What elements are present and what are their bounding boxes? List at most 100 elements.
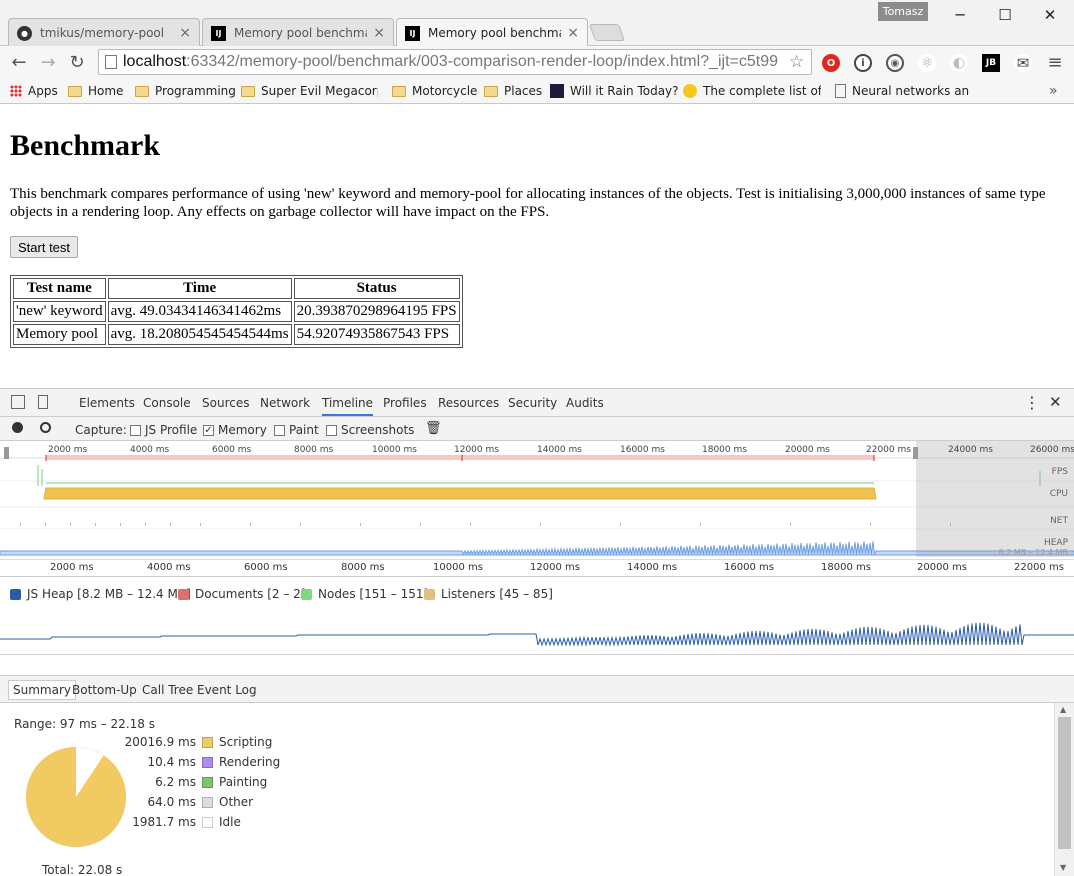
- device-mode-icon[interactable]: [38, 395, 48, 409]
- scrollbar-thumb[interactable]: [1058, 717, 1071, 849]
- browser-tab-benchmark-1[interactable]: IJ Memory pool benchmark ×: [202, 18, 394, 47]
- devtools-tab-security[interactable]: Security: [508, 396, 557, 410]
- new-tab-button[interactable]: [588, 24, 626, 41]
- details-tab-bottom-up[interactable]: Bottom-Up: [68, 681, 141, 699]
- window-titlebar: ● tmikus/memory-pool × IJ Memory pool be…: [0, 0, 1074, 47]
- counter-documents[interactable]: Documents [2 – 2]: [178, 587, 306, 601]
- summary-scrollbar[interactable]: ▲ ▼: [1054, 703, 1074, 876]
- capture-screenshots-checkbox[interactable]: Screenshots: [326, 423, 414, 437]
- track-label-net: NET: [1050, 516, 1068, 526]
- tab-label: tmikus/memory-pool: [40, 26, 165, 40]
- inspect-element-icon[interactable]: [11, 395, 25, 409]
- table-row: 'new' keyword avg. 49.03434146341462ms 2…: [13, 301, 460, 322]
- close-tab-icon[interactable]: ×: [373, 25, 385, 41]
- devtools-tab-audits[interactable]: Audits: [566, 396, 604, 410]
- devtools-tab-network[interactable]: Network: [260, 396, 310, 410]
- memory-counters: JS Heap [8.2 MB – 12.4 MB] Documents [2 …: [0, 585, 1074, 605]
- profile-user-badge[interactable]: Tomasz: [878, 2, 928, 21]
- minimize-button[interactable]: ─: [946, 4, 974, 26]
- overview-tick: 22000 ms: [866, 445, 911, 455]
- capture-paint-checkbox[interactable]: Paint: [274, 423, 319, 437]
- browser-tab-github[interactable]: ● tmikus/memory-pool ×: [8, 18, 200, 47]
- bookmark-star-icon[interactable]: ☆: [789, 52, 804, 72]
- ruler-tick: 22000 ms: [1014, 562, 1064, 573]
- details-tabbar: Summary Bottom-Up Call Tree Event Log: [0, 675, 1074, 703]
- details-tab-event-log[interactable]: Event Log: [193, 681, 261, 699]
- address-bar[interactable]: localhost:63342/memory-pool/benchmark/00…: [98, 49, 812, 75]
- back-arrow-icon[interactable]: ←: [8, 51, 30, 73]
- opera-extension-icon[interactable]: O: [822, 54, 840, 72]
- overview-tick: 14000 ms: [537, 445, 582, 455]
- column-header: Status: [293, 278, 460, 299]
- devtools-tab-sources[interactable]: Sources: [202, 396, 249, 410]
- extension-icon[interactable]: ◐: [950, 54, 968, 72]
- page-description: This benchmark compares performance of u…: [10, 186, 1046, 220]
- record-icon[interactable]: [12, 422, 23, 433]
- legend-label: Idle: [219, 815, 241, 829]
- scroll-down-icon[interactable]: ▼: [1060, 863, 1066, 872]
- bookmark-apps[interactable]: Apps: [10, 82, 58, 100]
- bookmark-places[interactable]: Places: [484, 82, 542, 100]
- counter-label: JS Heap [8.2 MB – 12.4 MB]: [27, 587, 191, 601]
- reload-icon[interactable]: ↻: [66, 51, 88, 73]
- mail-extension-icon[interactable]: ✉: [1014, 54, 1032, 72]
- details-tab-call-tree[interactable]: Call Tree: [138, 681, 197, 699]
- devtools-panel: Elements Console Sources Network Timelin…: [0, 388, 1074, 876]
- counter-nodes[interactable]: Nodes [151 – 151]: [301, 587, 428, 601]
- eye-extension-icon[interactable]: ◉: [886, 54, 904, 72]
- ruler-tick: 2000 ms: [50, 562, 94, 573]
- bookmark-super-evil[interactable]: Super Evil Megacorp: [241, 82, 378, 100]
- bookmark-will-it-rain[interactable]: Will it Rain Today?: [550, 82, 679, 100]
- more-bookmarks-icon[interactable]: »: [1049, 82, 1058, 100]
- page-icon: [835, 84, 846, 98]
- forward-arrow-icon[interactable]: →: [37, 51, 59, 73]
- devtools-tab-resources[interactable]: Resources: [438, 396, 499, 410]
- clear-recording-icon[interactable]: [40, 422, 51, 433]
- table-cell: 20.393870298964195 FPS: [293, 301, 460, 322]
- devtools-tab-elements[interactable]: Elements: [79, 396, 135, 410]
- devtools-tab-console[interactable]: Console: [143, 396, 191, 410]
- net-tick-marks: [20, 523, 951, 526]
- devtools-tab-timeline[interactable]: Timeline: [322, 396, 374, 416]
- ruler-tick: 18000 ms: [821, 562, 871, 573]
- js-heap-graph[interactable]: [0, 605, 1074, 655]
- info-extension-icon[interactable]: i: [854, 54, 872, 72]
- capture-memory-checkbox[interactable]: ✓ Memory: [203, 423, 267, 437]
- devtools-close-icon[interactable]: ✕: [1049, 393, 1062, 411]
- bookmark-motorcycle[interactable]: Motorcycle: [392, 82, 477, 100]
- bookmark-programming[interactable]: Programming: [135, 82, 236, 100]
- browser-tab-benchmark-active[interactable]: IJ Memory pool benchmark ×: [396, 18, 588, 47]
- timeline-ruler: 2000 ms 4000 ms 6000 ms 8000 ms 10000 ms…: [0, 559, 1074, 577]
- trash-icon[interactable]: 🗑: [425, 421, 442, 436]
- overview-tick: 24000 ms: [948, 445, 993, 455]
- scroll-up-icon[interactable]: ▲: [1060, 705, 1066, 714]
- counter-js-heap[interactable]: JS Heap [8.2 MB – 12.4 MB]: [10, 587, 191, 601]
- bookmark-neural-networks[interactable]: Neural networks and d: [835, 82, 970, 100]
- devtools-tab-profiles[interactable]: Profiles: [383, 396, 427, 410]
- jetbrains-extension-icon[interactable]: JB: [982, 54, 1000, 72]
- intellij-icon: IJ: [405, 25, 420, 41]
- timeline-overview[interactable]: 2000 ms 4000 ms 6000 ms 8000 ms 10000 ms…: [0, 441, 1074, 577]
- legend-value: 20016.9 ms: [124, 735, 196, 749]
- devtools-menu-icon[interactable]: ⋮: [1024, 393, 1040, 412]
- close-tab-icon[interactable]: ×: [179, 25, 191, 41]
- results-table: Test name Time Status 'new' keyword avg.…: [10, 275, 463, 348]
- close-tab-icon[interactable]: ×: [567, 25, 579, 41]
- page-info-icon[interactable]: [105, 55, 117, 69]
- react-extension-icon[interactable]: ⚛: [918, 54, 936, 72]
- close-window-button[interactable]: ✕: [1036, 4, 1064, 26]
- capture-js-profile-checkbox[interactable]: JS Profile: [130, 423, 197, 437]
- bookmark-home[interactable]: Home: [68, 82, 123, 100]
- start-test-button[interactable]: Start test: [10, 236, 79, 258]
- ruler-tick: 4000 ms: [147, 562, 191, 573]
- heap-range-label: 8.2 MB – 12.4 MB: [998, 548, 1069, 557]
- maximize-button[interactable]: ☐: [991, 4, 1019, 26]
- bookmark-complete-list[interactable]: The complete list of al: [683, 82, 821, 100]
- summary-panel: Range: 97 ms – 22.18 s 20016.9 ms Scripti…: [0, 703, 1054, 876]
- legend-swatch: [202, 796, 213, 808]
- details-tab-summary[interactable]: Summary: [8, 680, 76, 700]
- counter-listeners[interactable]: Listeners [45 – 85]: [424, 587, 553, 601]
- counter-label: Documents [2 – 2]: [195, 587, 306, 601]
- chrome-menu-icon[interactable]: ≡: [1044, 51, 1066, 73]
- timeline-controls: Capture: JS Profile ✓ Memory Paint Screen…: [0, 417, 1074, 441]
